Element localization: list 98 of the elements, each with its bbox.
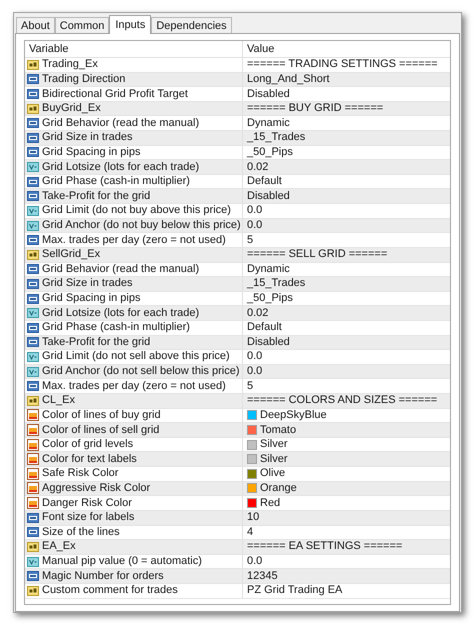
variable-name: Grid Spacing in pips <box>42 146 140 159</box>
variable-name: Grid Limit (do not sell above this price) <box>42 350 230 364</box>
variable-name: Bidirectional Grid Profit Target <box>42 88 188 101</box>
double-type-icon <box>27 161 39 174</box>
variable-name: Grid Size in trades <box>42 277 132 290</box>
value-text[interactable]: Disabled <box>247 190 290 203</box>
value-text[interactable]: 0.0 <box>247 555 262 568</box>
value-text[interactable]: 5 <box>247 380 254 393</box>
integer-type-icon <box>27 190 39 202</box>
integer-type-icon <box>27 570 39 582</box>
double-type-icon <box>27 350 39 363</box>
value-text[interactable]: ====== COLORS AND SIZES ====== <box>247 394 438 408</box>
variable-name: Trading_Ex <box>42 58 98 72</box>
variable-name: SellGrid_Ex <box>42 248 100 262</box>
value-text[interactable]: 0.0 <box>247 219 262 232</box>
variable-name: Font size for labels <box>42 511 134 524</box>
value-text[interactable]: _15_Trades <box>247 277 306 290</box>
variable-name: Color of lines of sell grid <box>42 424 160 437</box>
tab[interactable]: Dependencies <box>151 17 232 33</box>
variable-name: Grid Lotsize (lots for each trade) <box>42 160 200 174</box>
value-text[interactable]: Default <box>247 321 282 334</box>
value-text[interactable]: ====== SELL GRID ====== <box>247 248 388 262</box>
value-text[interactable]: 5 <box>247 234 254 247</box>
value-text[interactable]: ====== BUY GRID ====== <box>247 102 384 116</box>
variable-name: Danger Risk Color <box>42 496 132 510</box>
variable-name: Manual pip value (0 = automatic) <box>42 555 202 568</box>
variable-name: Color for text labels <box>42 452 137 466</box>
tab[interactable]: Inputs <box>109 15 152 34</box>
variable-name: Grid Anchor (do not sell below this price) <box>42 365 240 378</box>
variable-name: Take-Profit for the grid <box>42 336 150 349</box>
double-type-icon <box>27 204 39 217</box>
variable-name: Color of grid levels <box>42 438 134 452</box>
variable-name: Max. trades per day (zero = not used) <box>42 234 226 247</box>
value-text[interactable]: 10 <box>247 511 260 524</box>
double-type-icon <box>27 220 39 232</box>
value-text[interactable]: 4 <box>247 526 254 539</box>
double-type-icon <box>27 307 39 320</box>
value-text[interactable]: 0.02 <box>247 160 268 174</box>
column-header[interactable]: Value <box>243 41 450 57</box>
value-text[interactable]: Olive <box>260 467 286 480</box>
variable-name: Grid Limit (do not buy above this price) <box>42 204 231 218</box>
value-text[interactable]: Silver <box>260 452 288 466</box>
variable-name: Color of lines of buy grid <box>42 408 161 422</box>
string-type-icon <box>27 394 39 407</box>
variable-name: Size of the lines <box>42 526 120 539</box>
value-text[interactable]: Dynamic <box>247 262 290 276</box>
value-text[interactable]: Tomato <box>260 424 296 437</box>
value-text[interactable]: Red <box>260 496 280 510</box>
variable-name: EA_Ex <box>42 540 76 554</box>
integer-type-icon <box>27 278 39 290</box>
variable-name: BuyGrid_Ex <box>42 102 101 116</box>
variable-name: Grid Behavior (read the manual) <box>42 262 200 276</box>
value-text[interactable]: DeepSkyBlue <box>260 408 327 422</box>
value-text[interactable]: 0.0 <box>247 350 262 364</box>
variable-name: Trading Direction <box>42 72 126 86</box>
variable-name: Take-Profit for the grid <box>42 190 150 203</box>
value-text[interactable]: 12345 <box>247 570 278 583</box>
string-type-icon <box>27 584 39 597</box>
value-text[interactable]: 0.02 <box>247 306 268 320</box>
value-text[interactable]: Default <box>247 175 282 188</box>
variable-name: Aggressive Risk Color <box>42 482 150 495</box>
value-text[interactable]: 0.0 <box>247 365 262 378</box>
integer-type-icon <box>27 512 39 524</box>
double-type-icon <box>27 556 39 568</box>
variable-name: Safe Risk Color <box>42 467 118 480</box>
value-text[interactable]: _50_Pips <box>247 292 293 306</box>
variable-name: Grid Spacing in pips <box>42 292 140 306</box>
variable-name: Max. trades per day (zero = not used) <box>42 380 226 393</box>
tab[interactable]: Common <box>54 17 110 33</box>
value-text[interactable]: PZ Grid Trading EA <box>247 584 342 598</box>
variable-name: Grid Anchor (do not buy below this price) <box>42 219 241 232</box>
value-text[interactable]: Disabled <box>247 336 290 349</box>
variable-name: Grid Phase (cash-in multiplier) <box>42 321 190 334</box>
value-text[interactable]: ====== EA SETTINGS ====== <box>247 540 402 554</box>
column-header[interactable]: Variable <box>25 41 243 57</box>
value-text[interactable]: 0.0 <box>247 204 262 218</box>
variable-name: Grid Behavior (read the manual) <box>42 116 200 130</box>
value-text[interactable]: _15_Trades <box>247 131 306 144</box>
string-type-icon <box>27 540 39 553</box>
string-type-icon <box>27 102 39 115</box>
variable-name: Magic Number for orders <box>42 570 164 583</box>
tab[interactable]: About <box>16 17 55 33</box>
value-text[interactable]: Dynamic <box>247 116 290 130</box>
variable-name: CL_Ex <box>42 394 76 408</box>
string-type-icon <box>27 58 39 71</box>
value-text[interactable]: Orange <box>260 482 297 495</box>
value-text[interactable]: ====== TRADING SETTINGS ====== <box>247 58 438 72</box>
integer-type-icon <box>27 132 39 144</box>
value-text[interactable]: Long_And_Short <box>247 72 330 86</box>
double-type-icon <box>27 366 39 378</box>
value-text[interactable]: _50_Pips <box>247 146 293 159</box>
string-type-icon <box>27 248 39 261</box>
value-text[interactable]: Disabled <box>247 88 290 101</box>
variable-name: Grid Lotsize (lots for each trade) <box>42 306 200 320</box>
variable-name: Custom comment for trades <box>42 584 178 598</box>
variable-name: Grid Size in trades <box>42 131 132 144</box>
value-text[interactable]: Silver <box>260 438 288 452</box>
variable-name: Grid Phase (cash-in multiplier) <box>42 175 190 188</box>
